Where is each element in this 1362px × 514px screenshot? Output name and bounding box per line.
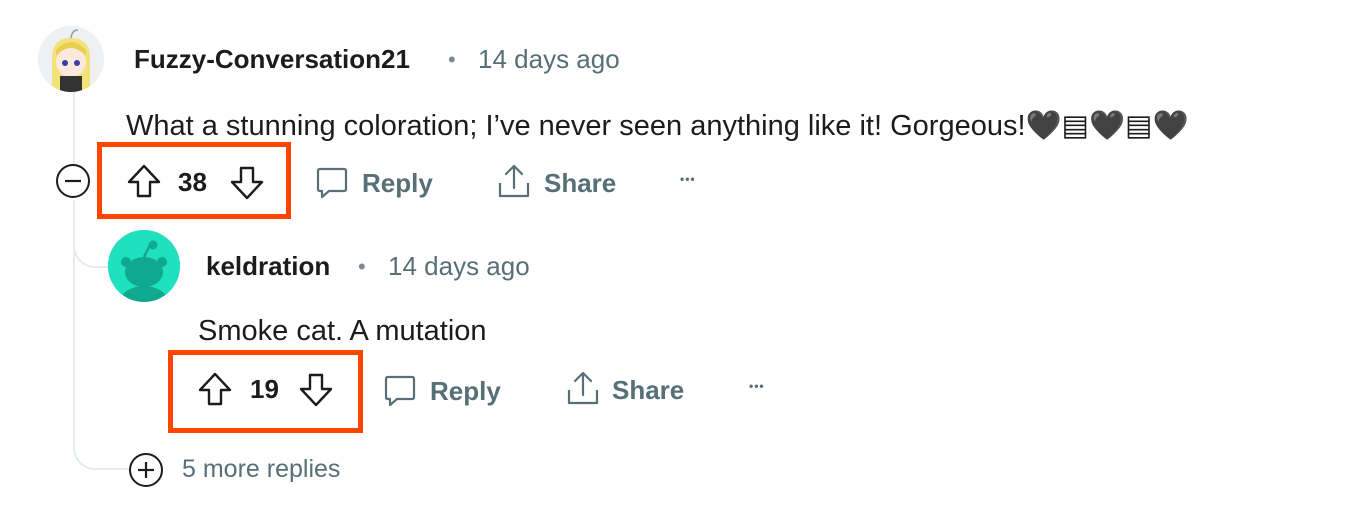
expand-icon bbox=[129, 453, 163, 487]
thread-line-main bbox=[73, 92, 75, 164]
downvote-icon[interactable] bbox=[229, 165, 265, 201]
reply-label: Reply bbox=[430, 376, 501, 406]
share-button[interactable]: Share bbox=[493, 160, 633, 204]
user-avatar[interactable] bbox=[108, 230, 180, 302]
downvote-icon[interactable] bbox=[298, 372, 334, 408]
more-options-button[interactable]: ••• bbox=[749, 379, 765, 393]
comment-body: Smoke cat. A mutation bbox=[198, 315, 487, 347]
share-icon bbox=[567, 371, 599, 405]
meta-separator: • bbox=[358, 254, 366, 279]
comment-timestamp[interactable]: 14 days ago bbox=[388, 251, 530, 282]
share-icon bbox=[498, 164, 530, 198]
reply-button[interactable]: Reply bbox=[380, 368, 510, 412]
comment-body: What a stunning coloration; I’ve never s… bbox=[126, 110, 1189, 142]
more-replies-button[interactable]: 5 more replies bbox=[128, 450, 368, 488]
share-label: Share bbox=[544, 168, 617, 198]
collapse-icon[interactable] bbox=[55, 163, 91, 199]
user-avatar[interactable] bbox=[38, 26, 104, 92]
comment-timestamp[interactable]: 14 days ago bbox=[478, 44, 620, 75]
comment-author[interactable]: Fuzzy-Conversation21 bbox=[134, 44, 410, 75]
reply-icon bbox=[316, 167, 348, 199]
vote-count: 38 bbox=[178, 167, 207, 197]
more-options-button[interactable]: ••• bbox=[680, 172, 696, 186]
share-button[interactable]: Share bbox=[562, 367, 702, 411]
comment-author[interactable]: keldration bbox=[206, 251, 330, 282]
thread-curve-reply bbox=[73, 230, 113, 268]
meta-separator: • bbox=[448, 47, 456, 72]
upvote-icon[interactable] bbox=[126, 163, 162, 199]
thread-curve-more bbox=[73, 430, 133, 470]
reply-icon bbox=[384, 375, 416, 407]
reply-label: Reply bbox=[362, 168, 433, 198]
upvote-icon[interactable] bbox=[197, 371, 233, 407]
share-label: Share bbox=[612, 375, 685, 405]
reply-button[interactable]: Reply bbox=[312, 160, 442, 204]
more-replies-label: 5 more replies bbox=[182, 455, 341, 483]
vote-count: 19 bbox=[250, 374, 279, 404]
